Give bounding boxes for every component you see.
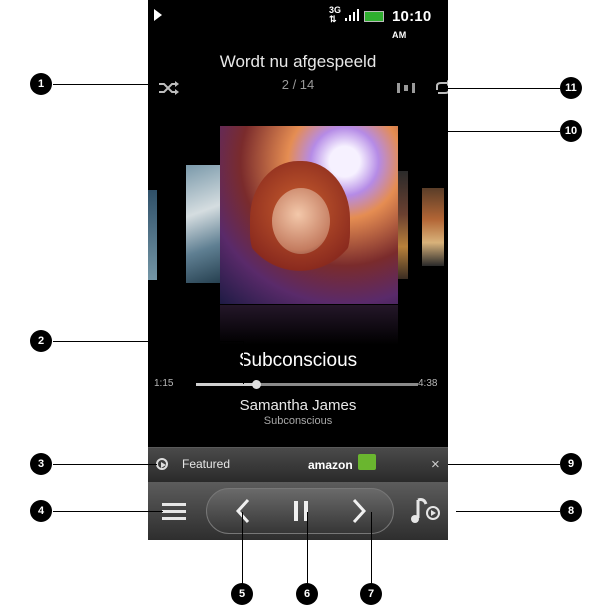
progress-fill (196, 383, 256, 386)
callout-leader-5 (242, 512, 243, 584)
time-elapsed: 1:15 (154, 378, 174, 389)
callout-6: 6 (296, 583, 318, 605)
previous-icon[interactable] (218, 492, 268, 530)
callout-leader-10a (405, 97, 406, 131)
callout-10: 10 (560, 120, 582, 142)
callout-5: 5 (231, 583, 253, 605)
network-type-icon: 3G ⇅ (329, 6, 341, 24)
callout-leader-11 (443, 88, 560, 89)
time-total: 4:38 (418, 378, 438, 389)
callout-leader-2b (243, 341, 244, 384)
callout-leader-2 (53, 341, 244, 342)
featured-label[interactable]: Featured (182, 457, 230, 471)
callout-leader-6 (307, 512, 308, 584)
album-art-face (272, 188, 330, 254)
callout-3: 3 (30, 453, 52, 475)
now-playing-title: Wordt nu afgespeeld (219, 52, 377, 71)
callout-leader-8 (456, 511, 560, 512)
featured-bar[interactable]: Featured amazon × (148, 447, 448, 482)
callout-2: 2 (30, 330, 52, 352)
callout-7: 7 (360, 583, 382, 605)
battery-icon (364, 11, 384, 22)
audio-output-icon[interactable] (397, 80, 415, 96)
play-indicator-icon (154, 9, 162, 21)
callout-1: 1 (30, 73, 52, 95)
album-art-left[interactable] (186, 165, 220, 283)
callout-11: 11 (560, 77, 582, 99)
clock: 10:10 AM (392, 8, 448, 42)
pause-icon[interactable] (276, 492, 326, 530)
callout-4: 4 (30, 500, 52, 522)
shuffle-icon[interactable] (158, 80, 180, 96)
clock-ampm: AM (392, 30, 407, 40)
album-art-right-far[interactable] (422, 188, 444, 266)
album-art-left-far[interactable] (148, 190, 157, 280)
playback-controls (148, 482, 448, 540)
amazon-mp3-icon[interactable] (358, 454, 376, 470)
next-icon[interactable] (334, 492, 384, 530)
callout-leader-9 (448, 464, 560, 465)
album-art-current[interactable] (220, 126, 398, 304)
callout-leader-3 (53, 464, 157, 465)
album-art-reflection (220, 305, 398, 345)
featured-close-icon[interactable]: × (431, 456, 440, 473)
library-icon[interactable] (406, 492, 446, 530)
data-activity-icon: ⇅ (329, 14, 337, 24)
callout-8: 8 (560, 500, 582, 522)
featured-play-icon[interactable] (156, 458, 168, 470)
callout-leader-10b (405, 131, 560, 132)
status-bar: 3G ⇅ 10:10 AM (148, 0, 448, 40)
progress-bar[interactable] (196, 380, 418, 389)
callout-9: 9 (560, 453, 582, 475)
artist-name: Samantha James (239, 397, 357, 414)
callout-leader-1 (53, 84, 157, 85)
callout-leader-4 (53, 511, 163, 512)
song-title: Subconscious (238, 350, 358, 371)
callout-leader-7 (371, 512, 372, 584)
clock-time: 10:10 (392, 8, 432, 25)
album-name: Subconscious (263, 415, 333, 427)
progress-handle[interactable] (251, 380, 261, 389)
phone-screen: 3G ⇅ 10:10 AM Wordt nu afgespeeld 2 / 14 (148, 0, 448, 540)
signal-icon (345, 9, 359, 21)
amazon-logo[interactable]: amazon (308, 458, 353, 472)
